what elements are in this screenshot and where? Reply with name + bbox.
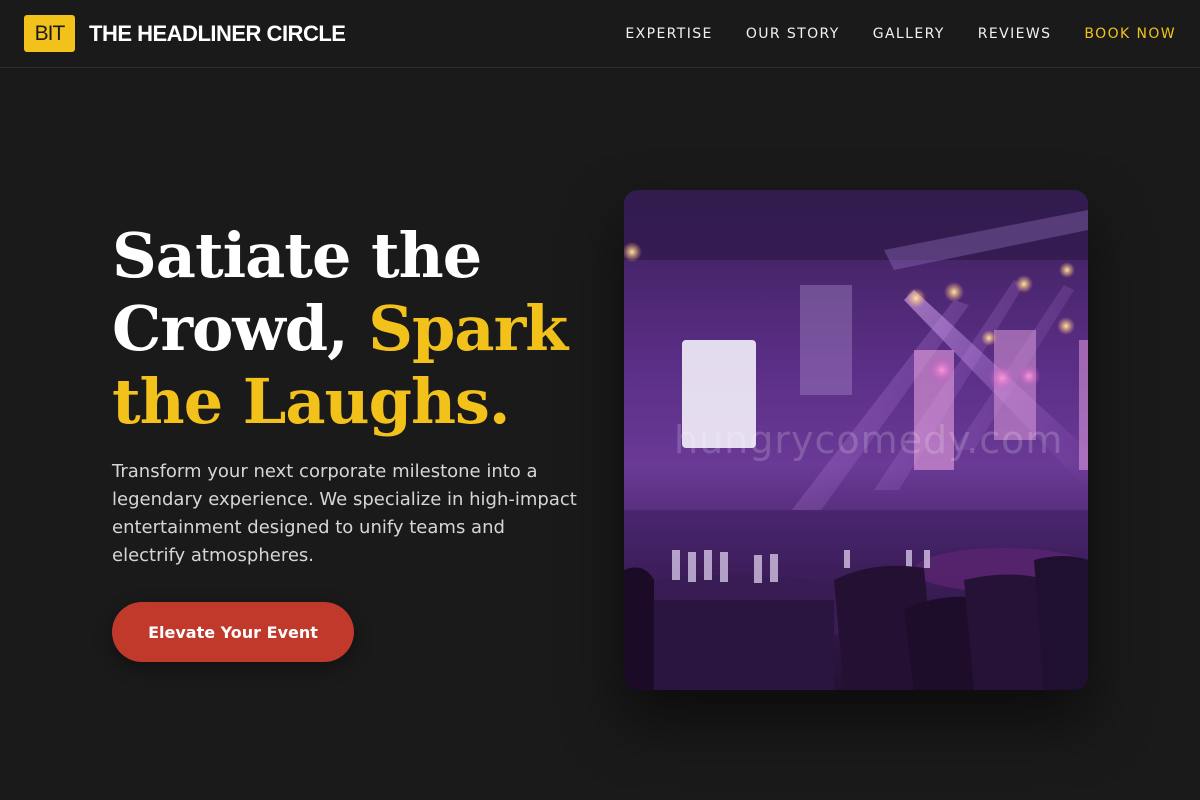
hero-title-line-2b: Spark [368,292,568,365]
nav-book-now[interactable]: BOOK NOW [1084,26,1176,42]
nav-our-story[interactable]: OUR STORY [746,26,840,42]
hero-description: Transform your next corporate milestone … [112,461,577,566]
hero-title: Satiate the Crowd, Spark the Laughs. [112,219,592,438]
hero-title-line-3: the Laughs. [112,365,511,438]
brand-name: THE HEADLINER CIRCLE [89,20,346,46]
event-venue-image: hungrycomedy.com [624,190,1088,690]
nav-expertise[interactable]: EXPERTISE [625,26,712,42]
main-nav: EXPERTISE OUR STORY GALLERY REVIEWS BOOK… [592,0,1176,68]
nav-reviews[interactable]: REVIEWS [978,26,1052,42]
hero-title-line-2a: Crowd, [112,292,369,365]
logo-badge: BIT [24,15,75,52]
nav-gallery[interactable]: GALLERY [873,26,945,42]
site-header: BIT THE HEADLINER CIRCLE EXPERTISE OUR S… [0,0,1200,68]
image-watermark: hungrycomedy.com [674,418,1064,462]
brand-logo[interactable]: BIT THE HEADLINER CIRCLE [24,15,346,52]
elevate-event-button[interactable]: Elevate Your Event [112,602,354,662]
hero-title-line-1: Satiate the [112,219,482,292]
